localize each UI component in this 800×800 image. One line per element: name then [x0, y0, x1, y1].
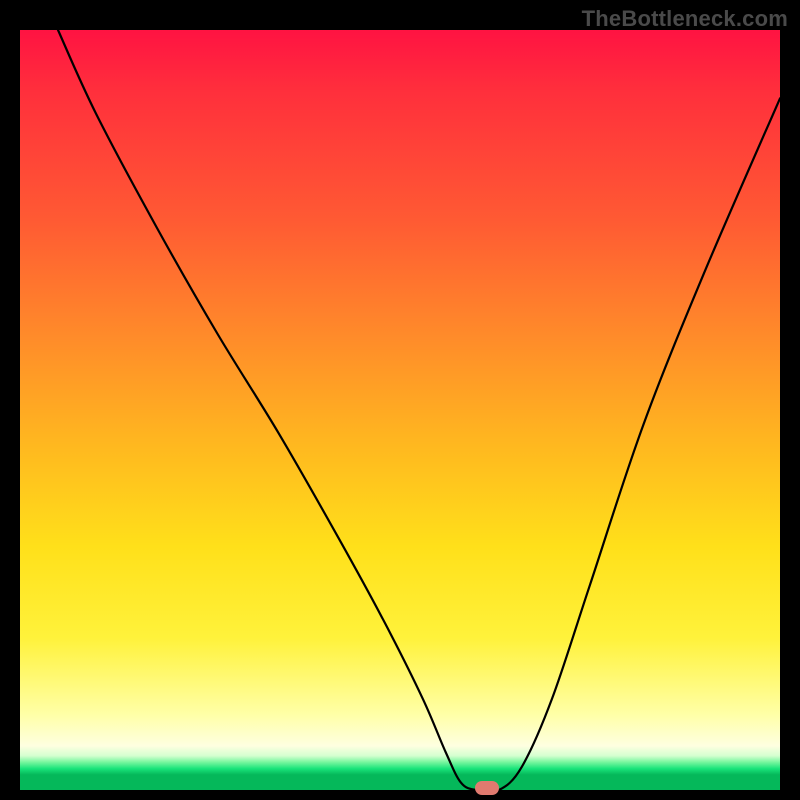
plot-area	[20, 30, 780, 790]
watermark-text: TheBottleneck.com	[582, 6, 788, 32]
bottleneck-curve	[20, 30, 780, 790]
minimum-marker	[475, 781, 499, 795]
chart-frame: TheBottleneck.com	[0, 0, 800, 800]
